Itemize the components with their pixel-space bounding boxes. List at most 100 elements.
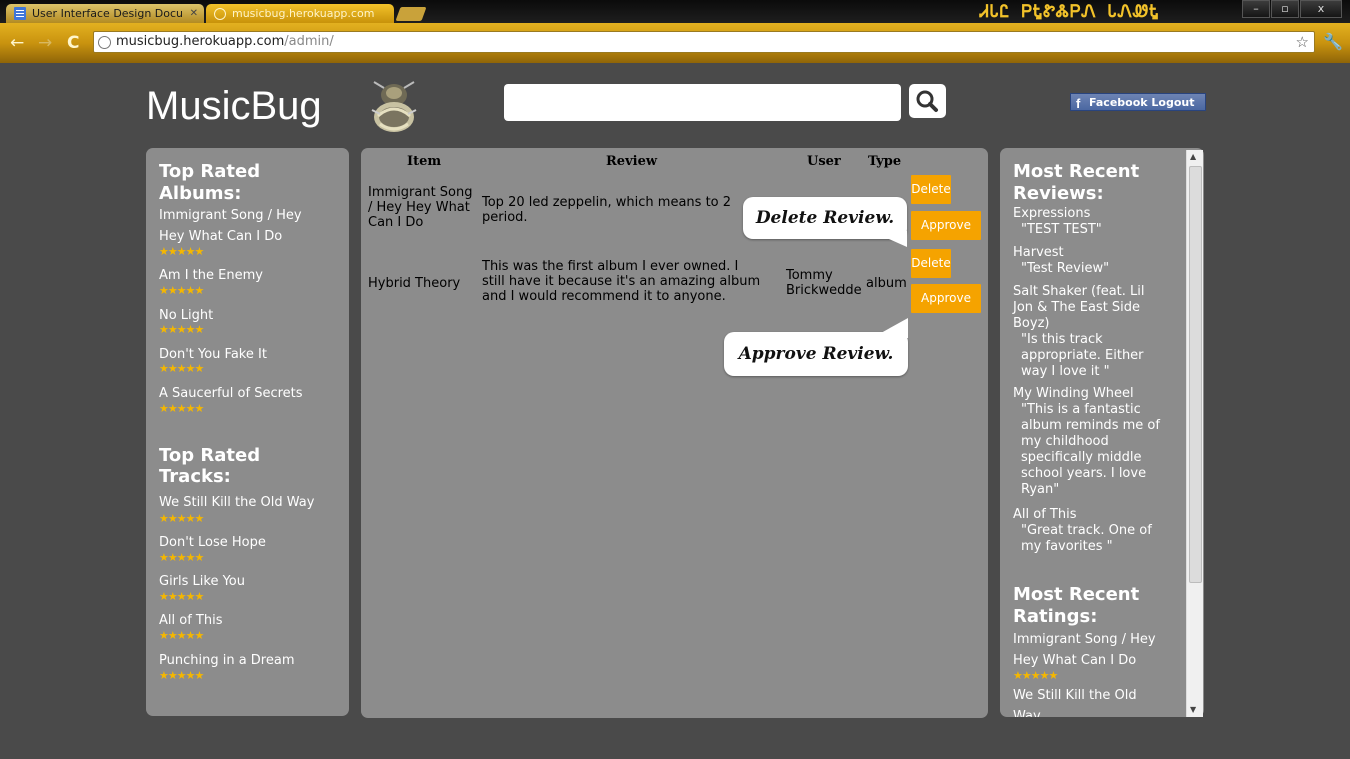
recent-activity-panel: Most Recent Reviews: Expressions "TEST T… <box>1000 148 1204 717</box>
rating-stars: ★★★★★ <box>159 590 204 603</box>
rating-stars: ★★★★★ <box>159 284 204 297</box>
quote-line: appropriate. Either <box>1021 348 1144 363</box>
albums-heading-line2: Albums: <box>159 183 242 204</box>
recent-review-quote: "This is a fantastic album reminds me of… <box>1021 402 1160 498</box>
title-line: Salt Shaker (feat. Lil <box>1013 284 1145 299</box>
user-line: Tommy <box>786 268 833 283</box>
tab-user-interface-design[interactable]: User Interface Design Docu ✕ <box>6 4 204 23</box>
site-logo[interactable]: MusicBug <box>146 82 322 130</box>
minimize-button[interactable]: – <box>1242 0 1270 18</box>
track-item[interactable]: Punching in a Dream <box>159 650 295 671</box>
address-bar[interactable]: musicbug.herokuapp.com/admin/ ☆ <box>93 31 1315 53</box>
recent-rating-item[interactable]: Way <box>1013 706 1041 717</box>
recent-rating-item[interactable]: Hey What Can I Do <box>1013 650 1136 671</box>
callout-tail <box>871 231 907 247</box>
delete-review-button[interactable]: Delete <box>911 249 951 278</box>
track-item[interactable]: Don't Lose Hope <box>159 532 266 553</box>
facebook-logout-label: Facebook Logout <box>1089 96 1195 109</box>
table-row-user: Tommy Brickwedde <box>786 268 862 298</box>
rating-stars: ★★★★★ <box>159 512 204 525</box>
track-item[interactable]: All of This <box>159 610 222 631</box>
bookmark-star-icon[interactable]: ☆ <box>1296 33 1309 51</box>
recent-review-title[interactable]: Salt Shaker (feat. Lil Jon & The East Si… <box>1013 284 1145 332</box>
wrench-icon[interactable]: 🔧 <box>1323 32 1343 52</box>
recent-rating-item[interactable]: Immigrant Song / Hey <box>1013 629 1156 650</box>
quote-line: album reminds me of <box>1021 418 1160 433</box>
recent-review-title[interactable]: All of This <box>1013 507 1076 523</box>
right-panel-scrollbar[interactable]: ▲ ▼ <box>1186 150 1203 717</box>
album-item[interactable]: Hey What Can I Do <box>159 226 282 247</box>
rating-stars: ★★★★★ <box>159 323 204 336</box>
forward-icon[interactable]: → <box>38 33 52 53</box>
album-item[interactable]: Immigrant Song / Hey <box>159 205 302 226</box>
recent-review-title[interactable]: My Winding Wheel <box>1013 386 1134 402</box>
quote-line: specifically middle <box>1021 450 1142 465</box>
review-line: Top 20 led zeppelin, which means to 2 <box>482 195 732 210</box>
scroll-down-icon[interactable]: ▼ <box>1190 705 1196 715</box>
table-row-review: This was the first album I ever owned. I… <box>482 259 760 304</box>
track-item[interactable]: We Still Kill the Old Way <box>159 492 314 513</box>
url-text: musicbug.herokuapp.com/admin/ <box>116 34 334 50</box>
rating-stars: ★★★★★ <box>159 362 204 375</box>
recent-review-quote: "TEST TEST" <box>1021 222 1102 237</box>
approve-review-button[interactable]: Approve <box>911 284 981 313</box>
recent-review-quote: "Is this track appropriate. Either way I… <box>1021 332 1144 380</box>
reviews-heading-line2: Reviews: <box>1013 183 1104 204</box>
title-line: Jon & The East Side <box>1013 300 1141 315</box>
quote-line: way I love it " <box>1021 364 1110 379</box>
track-item[interactable]: Girls Like You <box>159 571 245 592</box>
review-line: and I would recommend it to anyone. <box>482 289 726 304</box>
rating-stars: ★★★★★ <box>159 629 204 642</box>
close-icon[interactable]: ✕ <box>190 4 198 23</box>
item-line: / Hey Hey What <box>368 200 470 215</box>
callout-text: Delete Review. <box>755 208 895 228</box>
tracks-heading-line1: Top Rated <box>159 445 261 466</box>
browser-toolbar: ← → C musicbug.herokuapp.com/admin/ ☆ 🔧 <box>0 23 1350 63</box>
delete-review-button[interactable]: Delete <box>911 175 951 204</box>
col-header-item: Item <box>407 154 442 169</box>
url-path: /admin/ <box>284 34 334 49</box>
user-line: Brickwedde <box>786 283 862 298</box>
rating-stars: ★★★★★ <box>159 669 204 682</box>
scroll-up-icon[interactable]: ▲ <box>1190 152 1196 162</box>
tab-label: User Interface Design Docu <box>32 7 184 20</box>
browser-tab-strip: User Interface Design Docu ✕ musicbug.he… <box>0 0 1350 23</box>
search-button[interactable] <box>909 84 946 118</box>
table-row-type: album <box>866 276 907 291</box>
globe-icon <box>214 8 226 20</box>
col-header-type: Type <box>868 154 902 169</box>
ratings-heading-line1: Most Recent <box>1013 584 1140 605</box>
recent-review-quote: "Great track. One of my favorites " <box>1021 523 1152 555</box>
recent-review-title[interactable]: Harvest <box>1013 245 1064 261</box>
approve-review-callout: Approve Review. <box>724 318 908 376</box>
recent-rating-item[interactable]: We Still Kill the Old <box>1013 685 1137 706</box>
quote-line: my childhood <box>1021 434 1109 449</box>
scrollbar-thumb[interactable] <box>1189 166 1202 583</box>
delete-review-callout: Delete Review. <box>743 197 907 247</box>
tab-label: musicbug.herokuapp.com <box>232 7 375 20</box>
quote-line: "This is a fantastic <box>1021 402 1141 417</box>
new-tab-button[interactable] <box>395 7 427 21</box>
quote-line: "Great track. One of <box>1021 523 1152 538</box>
table-row-item[interactable]: Hybrid Theory <box>368 276 460 291</box>
recent-review-title[interactable]: Expressions <box>1013 206 1090 222</box>
facebook-logout-button[interactable]: f Facebook Logout <box>1070 93 1206 111</box>
album-item[interactable]: A Saucerful of Secrets <box>159 383 303 404</box>
album-item[interactable]: Am I the Enemy <box>159 265 263 286</box>
window-controls: – ▫ x <box>1241 0 1342 18</box>
quote-line: school years. I love <box>1021 466 1147 481</box>
tab-musicbug[interactable]: musicbug.herokuapp.com <box>206 4 394 23</box>
review-line: This was the first album I ever owned. I <box>482 259 739 274</box>
albums-heading-line1: Top Rated <box>159 161 261 182</box>
back-icon[interactable]: ← <box>10 33 24 53</box>
maximize-button[interactable]: ▫ <box>1271 0 1299 18</box>
browser-theme-glyphs: ᏗᏓᏝ ᏢᎿᏑᏜᏢᏁ ᏓᏁᏪᎿ <box>980 2 1160 22</box>
approve-review-button[interactable]: Approve <box>911 211 981 240</box>
quote-line: Ryan" <box>1021 482 1060 497</box>
window-close-button[interactable]: x <box>1300 0 1342 18</box>
search-input[interactable] <box>504 84 901 121</box>
reload-icon[interactable]: C <box>67 33 79 53</box>
review-line: still have it because it's an amazing al… <box>482 274 761 289</box>
col-header-user: User <box>807 154 841 169</box>
table-row-item[interactable]: Immigrant Song / Hey Hey What Can I Do <box>368 185 473 230</box>
